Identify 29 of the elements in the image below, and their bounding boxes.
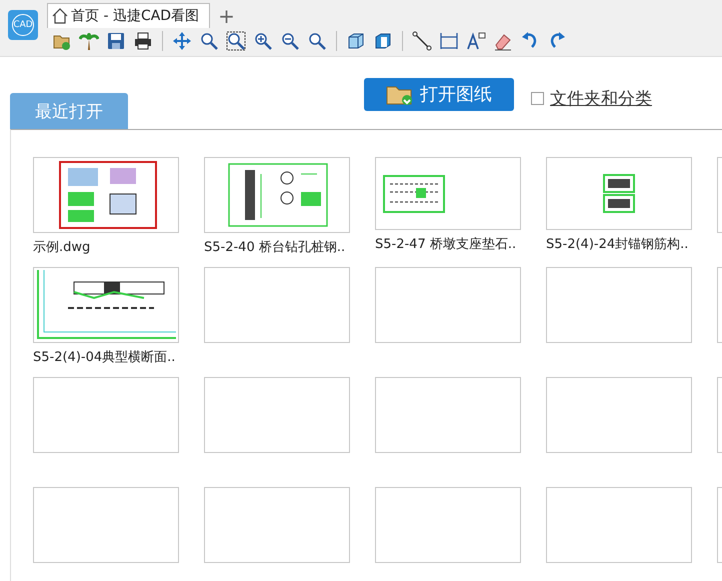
- file-name: 示例.dwg: [33, 239, 92, 256]
- home-tab[interactable]: 首页 - 迅捷CAD看图: [47, 3, 210, 28]
- file-name: S5-2-47 桥墩支座垫石..: [375, 236, 518, 253]
- line-icon[interactable]: [412, 31, 432, 51]
- file-name: S5-2(4)-24封锚钢筋构..: [546, 236, 690, 253]
- file-thumbnail[interactable]: [546, 157, 692, 230]
- zoom-in-icon[interactable]: [253, 31, 273, 51]
- zoom-previous-icon[interactable]: [307, 31, 327, 51]
- file-thumbnail[interactable]: [375, 157, 521, 230]
- dimension-icon[interactable]: [439, 31, 459, 51]
- checkbox[interactable]: [531, 92, 544, 104]
- file-name: S5-2-40 桥台钻孔桩钢..: [204, 239, 346, 256]
- cube-shaded-icon[interactable]: [373, 31, 393, 51]
- zoom-window-icon[interactable]: [226, 31, 246, 51]
- palm-tree-icon[interactable]: [79, 31, 99, 51]
- recent-tab[interactable]: 最近打开: [10, 93, 128, 129]
- home-icon: [52, 8, 68, 24]
- print-icon[interactable]: [133, 31, 153, 51]
- text-icon[interactable]: [466, 31, 486, 51]
- zoom-icon[interactable]: [199, 31, 219, 51]
- new-tab-button[interactable]: +: [210, 4, 243, 28]
- zoom-out-icon[interactable]: [280, 31, 300, 51]
- file-name: S5-2(4)-04典型横断面..: [33, 349, 176, 366]
- app-logo: CAD: [8, 10, 38, 40]
- folder-category-link[interactable]: 文件夹和分类: [550, 86, 652, 110]
- cube-icon[interactable]: [346, 31, 366, 51]
- save-icon[interactable]: [106, 31, 126, 51]
- open-drawing-button[interactable]: 打开图纸: [364, 78, 514, 110]
- move-icon[interactable]: [172, 31, 192, 51]
